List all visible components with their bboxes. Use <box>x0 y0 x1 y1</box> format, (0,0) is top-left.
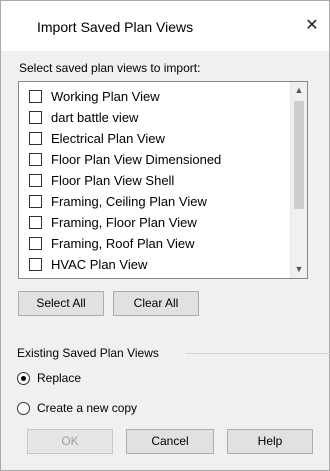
create-copy-radio[interactable] <box>17 401 30 415</box>
view-label: HVAC Plan View <box>51 257 148 272</box>
view-label: Framing, Floor Plan View <box>51 215 197 230</box>
clear-all-button[interactable]: Clear All <box>113 291 199 316</box>
help-button[interactable]: Help <box>227 429 313 454</box>
view-label: Floor Plan View Shell <box>51 173 175 188</box>
list-item[interactable]: Floor Plan View Shell <box>19 170 291 191</box>
view-checkbox[interactable] <box>29 90 42 103</box>
view-label: Framing, Roof Plan View <box>51 236 195 251</box>
view-checkbox[interactable] <box>29 153 42 166</box>
replace-label[interactable]: Replace <box>37 371 81 385</box>
list-item[interactable]: Floor Plan View Dimensioned <box>19 149 291 170</box>
scroll-up-arrow-icon[interactable]: ▲ <box>291 82 307 99</box>
import-saved-plan-views-dialog: Import Saved Plan Views ✕ Select saved p… <box>0 0 330 471</box>
view-checkbox[interactable] <box>29 258 42 271</box>
view-label: Floor Plan View Dimensioned <box>51 152 222 167</box>
existing-views-group-label: Existing Saved Plan Views <box>17 346 165 360</box>
view-label: dart battle view <box>51 110 139 125</box>
view-checkbox[interactable] <box>29 216 42 229</box>
plan-views-listbox[interactable]: Working Plan View dart battle view Electri… <box>18 81 308 279</box>
replace-option[interactable]: Replace <box>17 371 81 385</box>
create-copy-label[interactable]: Create a new copy <box>37 401 137 415</box>
list-item[interactable]: Framing, Floor Plan View <box>19 212 291 233</box>
list-item[interactable]: HVAC Plan View <box>19 254 291 275</box>
list-item[interactable]: Working Plan View <box>19 86 291 107</box>
list-item[interactable]: Framing, Roof Plan View <box>19 233 291 254</box>
select-all-button[interactable]: Select All <box>18 291 104 316</box>
cancel-button[interactable]: Cancel <box>126 429 214 454</box>
scroll-down-arrow-icon[interactable]: ▼ <box>291 261 307 278</box>
replace-radio[interactable] <box>17 371 30 385</box>
create-copy-option[interactable]: Create a new copy <box>17 401 137 415</box>
view-checkbox[interactable] <box>29 195 42 208</box>
list-item[interactable]: Electrical Plan View <box>19 128 291 149</box>
close-icon[interactable]: ✕ <box>299 13 325 39</box>
scrollbar-thumb[interactable] <box>294 101 304 209</box>
view-label: Framing, Ceiling Plan View <box>51 194 207 209</box>
title-bar: Import Saved Plan Views ✕ <box>1 1 329 51</box>
list-item[interactable]: Framing, Ceiling Plan View <box>19 191 291 212</box>
view-label: Working Plan View <box>51 89 160 104</box>
view-label: Electrical Plan View <box>51 131 165 146</box>
plan-views-list: Working Plan View dart battle view Electri… <box>19 86 291 275</box>
dialog-title: Import Saved Plan Views <box>37 19 194 35</box>
group-divider <box>186 353 330 354</box>
select-views-prompt: Select saved plan views to import: <box>19 61 201 75</box>
listbox-scrollbar[interactable]: ▲ ▼ <box>290 82 307 278</box>
view-checkbox[interactable] <box>29 237 42 250</box>
view-checkbox[interactable] <box>29 132 42 145</box>
view-checkbox[interactable] <box>29 174 42 187</box>
list-item[interactable]: dart battle view <box>19 107 291 128</box>
view-checkbox[interactable] <box>29 111 42 124</box>
ok-button[interactable]: OK <box>27 429 113 454</box>
